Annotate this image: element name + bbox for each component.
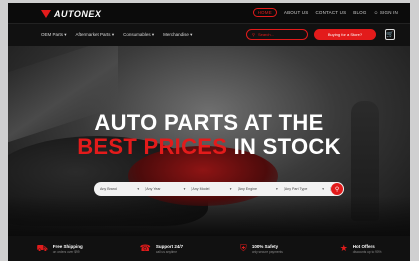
search-icon: ⚲	[334, 186, 340, 193]
search-icon: ⚲	[252, 32, 255, 37]
link-home[interactable]: HOME	[252, 8, 277, 17]
sell-button[interactable]: Buying for a Store?	[314, 29, 376, 40]
feature-offers: ★ Hot Offers discounts up to 90%	[339, 243, 382, 254]
chevron-down-icon: ▾	[111, 32, 115, 37]
finder-search-button[interactable]: ⚲	[331, 183, 344, 195]
feature-support: ☎ Support 24/7 call us anytime	[139, 243, 184, 254]
hero-floor-shade	[8, 196, 410, 236]
top-links: HOME ABOUT US CONTACT US BLOG ☺ SIGN IN	[252, 8, 398, 17]
hero-title-highlight: BEST PRICES	[77, 134, 228, 159]
link-about[interactable]: ABOUT US	[284, 10, 309, 15]
link-blog[interactable]: BLOG	[353, 10, 366, 15]
chevron-down-icon: ▾	[322, 187, 325, 191]
select-year[interactable]: Any Year ▾	[146, 187, 193, 191]
cart-icon[interactable]: 🛒	[385, 29, 395, 40]
chevron-down-icon: ▾	[64, 32, 67, 37]
hero-title-line1: AUTO PARTS AT THE	[94, 110, 324, 135]
menu: OEM Parts ▾ Aftermarket Parts ▾ Consumab…	[41, 32, 192, 38]
feature-safety: ⛨ 100% Safety only secure payments	[240, 243, 283, 254]
menu-item-merchandise[interactable]: Merchandise ▾	[163, 32, 192, 38]
features-bar: ⛟ Free Shipping on orders over $99 ☎ Supp…	[8, 236, 410, 261]
chevron-down-icon: ▾	[151, 32, 155, 37]
chevron-down-icon: ▾	[183, 187, 186, 191]
truck-icon: ⛟	[36, 242, 48, 253]
brand-name: AUTONEX	[54, 8, 102, 19]
headset-icon: ☎	[139, 243, 151, 253]
menu-item-oem[interactable]: OEM Parts ▾	[41, 32, 67, 38]
menu-item-aftermarket[interactable]: Aftermarket Parts ▾	[76, 32, 115, 38]
select-model[interactable]: Any Model ▾	[192, 187, 239, 191]
parts-finder: Any Brand ▾ Any Year ▾ Any Model ▾ Any Engi…	[94, 182, 344, 196]
logo[interactable]: AUTONEX	[41, 7, 101, 20]
link-signin[interactable]: ☺ SIGN IN	[374, 10, 398, 15]
chevron-down-icon: ▾	[190, 32, 193, 37]
chevron-down-icon: ▾	[137, 187, 140, 191]
chevron-down-icon: ▾	[276, 187, 278, 191]
link-contact[interactable]: CONTACT US	[315, 10, 346, 15]
select-engine[interactable]: Any Engine ▾	[239, 187, 285, 191]
hero-banner: AUTO PARTS AT THE BEST PRICES IN STOCK A…	[8, 46, 410, 236]
user-icon: ☺	[373, 10, 379, 15]
feature-shipping: ⛟ Free Shipping on orders over $99	[36, 242, 83, 254]
select-brand[interactable]: Any Brand ▾	[100, 187, 147, 191]
top-bar: AUTONEX HOME ABOUT US CONTACT US BLOG ☺ …	[8, 3, 410, 23]
menu-item-consumables[interactable]: Consumables ▾	[123, 32, 154, 38]
hero-title-rest: IN STOCK	[227, 134, 341, 159]
hero-title-line2: BEST PRICES IN STOCK	[8, 134, 410, 160]
browser-frame: AUTONEX HOME ABOUT US CONTACT US BLOG ☺ …	[8, 3, 410, 261]
main-nav: OEM Parts ▾ Aftermarket Parts ▾ Consumab…	[8, 23, 410, 46]
select-part-type[interactable]: Any Part Type ▾	[285, 187, 332, 191]
chevron-down-icon: ▾	[229, 187, 232, 191]
shield-icon: ⛨	[240, 243, 247, 253]
logo-mark-icon	[41, 9, 51, 18]
search-input[interactable]: ⚲ Search...	[246, 29, 308, 40]
tag-icon: ★	[339, 243, 348, 253]
